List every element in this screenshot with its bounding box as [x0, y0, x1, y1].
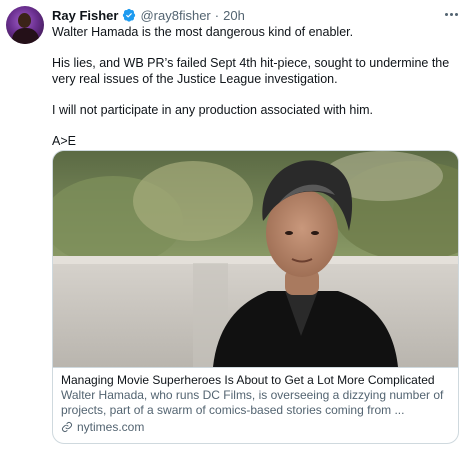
card-image[interactable] — [53, 151, 458, 367]
separator-dot: · — [214, 7, 220, 23]
tweet-text: Walter Hamada is the most dangerous kind… — [52, 24, 462, 149]
tweet-line: I will not participate in any production… — [52, 103, 373, 117]
tweet-timestamp[interactable]: 20h — [223, 8, 245, 23]
avatar[interactable] — [6, 6, 44, 44]
tweet-line: Walter Hamada is the most dangerous kind… — [52, 25, 354, 39]
tweet-line: His lies, and WB PR’s failed Sept 4th hi… — [52, 56, 450, 86]
verified-badge-icon — [123, 8, 136, 22]
card-photo — [53, 151, 458, 367]
tweet-line: A>E — [52, 134, 76, 148]
card-description: Walter Hamada, who runs DC Films, is ove… — [61, 388, 444, 417]
tweet[interactable]: Ray Fisher @ray8fisher · 20h Walter Hama… — [0, 0, 470, 454]
link-preview-card[interactable]: Managing Movie Superheroes Is About to G… — [52, 150, 459, 444]
card-domain[interactable]: nytimes.com — [61, 420, 448, 434]
more-options-icon[interactable] — [442, 8, 460, 20]
card-title[interactable]: Managing Movie Superheroes Is About to G… — [61, 373, 448, 388]
author-name[interactable]: Ray Fisher — [52, 8, 118, 23]
link-icon — [62, 422, 72, 432]
tweet-header: Ray Fisher @ray8fisher · 20h — [52, 6, 245, 24]
card-domain-text[interactable]: nytimes.com — [77, 420, 144, 434]
card-body[interactable]: Managing Movie Superheroes Is About to G… — [53, 367, 458, 443]
author-handle[interactable]: @ray8fisher — [140, 8, 210, 23]
